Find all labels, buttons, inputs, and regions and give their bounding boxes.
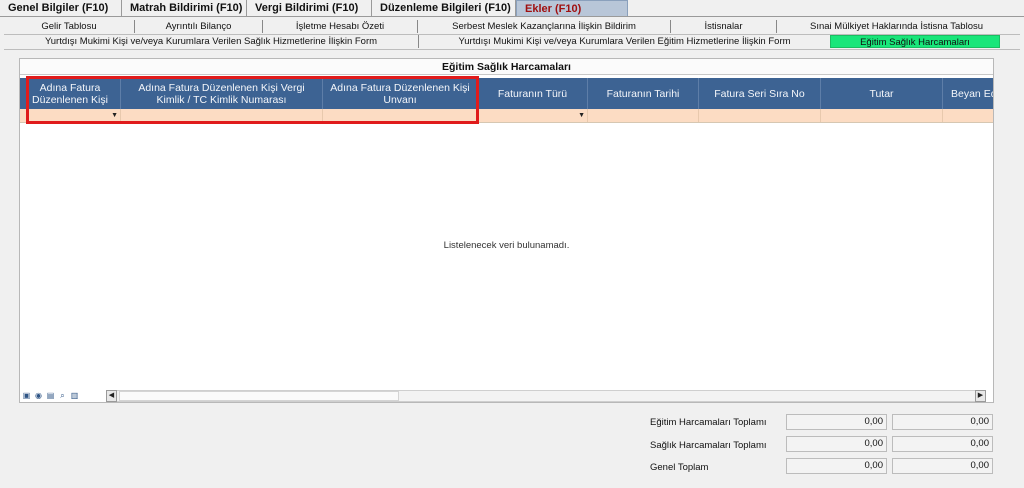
main-tab-divider (0, 16, 1024, 17)
saglik-total-value-2: 0,00 (892, 436, 993, 452)
genel-total-value-2: 0,00 (892, 458, 993, 474)
egitim-total-label: Eğitim Harcamaları Toplamı (650, 417, 767, 428)
scroll-left-icon[interactable]: ◀ (106, 390, 117, 402)
column-header-unvan[interactable]: Adına Fatura Düzenlenen Kişi Unvanı (323, 78, 478, 109)
subtab-egitim-hizmetleri-form[interactable]: Yurtdışı Mukimi Kişi ve/veya Kurumlara V… (418, 35, 830, 48)
subtab-serbest-meslek[interactable]: Serbest Meslek Kazançlarına İlişkin Bild… (417, 20, 670, 33)
column-header-tutar[interactable]: Tutar (821, 78, 943, 109)
filter-fatura-tarihi-input[interactable] (588, 109, 699, 122)
subtab-row-1: Gelir Tablosu Ayrıntılı Bilanço İşletme … (4, 20, 1016, 33)
column-header-fatura-turu[interactable]: Faturanın Türü (478, 78, 588, 109)
genel-total-label: Genel Toplam (650, 462, 709, 473)
subtab-isletme-hesabi[interactable]: İşletme Hesabı Özeti (262, 20, 417, 33)
subtab-gelir-tablosu[interactable]: Gelir Tablosu (4, 20, 134, 33)
chevron-down-icon[interactable]: ▼ (578, 109, 585, 122)
filter-unvan-input[interactable] (323, 109, 478, 122)
filter-fatura-kisi-select[interactable]: ▼ (20, 109, 121, 122)
saglik-total-label: Sağlık Harcamaları Toplamı (650, 440, 767, 451)
main-tab-bar: Genel Bilgiler (F10) Matrah Bildirimi (F… (0, 0, 628, 17)
view-icon[interactable]: ◉ (34, 391, 43, 400)
filter-icon[interactable]: ▤ (46, 391, 55, 400)
tab-vergi-bildirimi[interactable]: Vergi Bildirimi (F10) (247, 0, 372, 16)
egitim-total-value-2: 0,00 (892, 414, 993, 430)
filter-seri-sira-no-input[interactable] (699, 109, 821, 122)
tab-duzenleme-bilgileri[interactable]: Düzenleme Bilgileri (F10) (372, 0, 516, 16)
expenses-panel: Eğitim Sağlık Harcamaları Adına Fatura D… (19, 58, 994, 403)
empty-message: Listelenecek veri bulunamadı. (443, 240, 570, 251)
egitim-total-value-1: 0,00 (786, 414, 887, 430)
print-icon[interactable]: ▥ (70, 391, 79, 400)
horizontal-scrollbar[interactable]: ◀ ▶ (106, 390, 986, 402)
grid-footer: ▣ ◉ ▤ ⌕ ▥ ◀ ▶ (20, 389, 993, 403)
column-header-vkn-tckn[interactable]: Adına Fatura Düzenlenen Kişi Vergi Kimli… (121, 78, 323, 109)
tab-genel-bilgiler[interactable]: Genel Bilgiler (F10) (0, 0, 122, 16)
chevron-down-icon[interactable]: ▼ (111, 109, 118, 122)
scrollbar-thumb[interactable] (119, 391, 399, 401)
filter-tutar-input[interactable] (821, 109, 943, 122)
subtab-divider-2 (4, 49, 1020, 50)
saglik-total-value-1: 0,00 (786, 436, 887, 452)
app-window: Genel Bilgiler (F10) Matrah Bildirimi (F… (0, 0, 1024, 488)
grid-filter-row: ▼ ▼ (20, 109, 993, 123)
grid-body: Listelenecek veri bulunamadı. (20, 127, 993, 389)
search-icon[interactable]: ⌕ (58, 391, 67, 400)
filter-beyan-input[interactable] (943, 109, 993, 122)
subtab-row-2: Yurtdışı Mukimi Kişi ve/veya Kurumlara V… (4, 35, 1000, 48)
scroll-right-icon[interactable]: ▶ (975, 390, 986, 402)
tab-ekler[interactable]: Ekler (F10) (516, 0, 628, 16)
grid-toolbar: ▣ ◉ ▤ ⌕ ▥ (22, 391, 79, 400)
genel-total-value-1: 0,00 (786, 458, 887, 474)
subtab-saglik-hizmetleri-form[interactable]: Yurtdışı Mukimi Kişi ve/veya Kurumlara V… (4, 35, 418, 48)
grid-header: Adına Fatura Düzenlenen Kişi Adına Fatur… (20, 78, 993, 109)
column-header-fatura-tarihi[interactable]: Faturanın Tarihi (588, 78, 699, 109)
subtab-egitim-saglik-harcamalari[interactable]: Eğitim Sağlık Harcamaları (830, 35, 1000, 48)
tab-matrah-bildirimi[interactable]: Matrah Bildirimi (F10) (122, 0, 247, 16)
panel-title: Eğitim Sağlık Harcamaları (20, 59, 993, 75)
column-header-seri-sira-no[interactable]: Fatura Seri Sıra No (699, 78, 821, 109)
column-header-beyan[interactable]: Beyan Ed (943, 78, 993, 109)
filter-fatura-turu-select[interactable]: ▼ (478, 109, 588, 122)
subtab-sinai-mulkiyet[interactable]: Sınai Mülkiyet Haklarında İstisna Tablos… (776, 20, 1016, 33)
subtab-istisnalar[interactable]: İstisnalar (670, 20, 776, 33)
filter-vkn-tckn-input[interactable] (121, 109, 323, 122)
subtab-ayrintili-bilanco[interactable]: Ayrıntılı Bilanço (134, 20, 262, 33)
column-header-fatura-kisi[interactable]: Adına Fatura Düzenlenen Kişi (20, 78, 121, 109)
save-icon[interactable]: ▣ (22, 391, 31, 400)
